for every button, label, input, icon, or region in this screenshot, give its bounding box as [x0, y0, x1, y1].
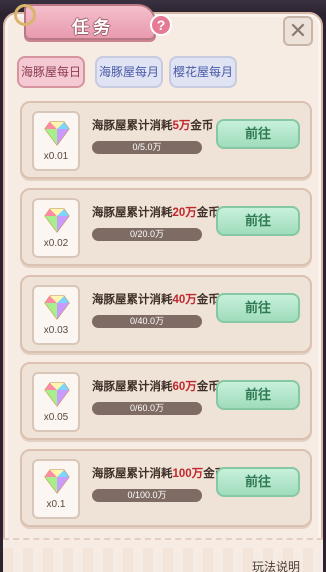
- task-description: 海豚屋累计消耗20万金币: [92, 207, 220, 219]
- go-button[interactable]: 前往: [216, 293, 300, 323]
- task-description: 海豚屋累计消耗40万金币: [92, 294, 220, 306]
- task-amount: 5万: [172, 120, 191, 132]
- reward-box: x0.02: [32, 198, 80, 258]
- progress-bar: 0/100.0万: [92, 489, 202, 502]
- rainbow-gem-icon: [44, 295, 70, 320]
- progress-text: 0/100.0万: [127, 490, 167, 500]
- tab-sakura-monthly[interactable]: 樱花屋每月: [169, 56, 237, 88]
- reward-amount: x0.01: [43, 151, 69, 162]
- progress-text: 0/5.0万: [132, 142, 162, 152]
- rainbow-gem-icon: [44, 469, 70, 494]
- page-title: 任务: [72, 18, 114, 37]
- tab-bar: 海豚屋每日 海豚屋每月 樱花屋每月: [17, 56, 317, 90]
- question-icon: ?: [156, 17, 166, 33]
- task-description: 海豚屋累计消耗100万金币: [92, 468, 227, 480]
- rules-link[interactable]: 玩法说明: [252, 558, 300, 572]
- task-amount: 40万: [172, 294, 197, 306]
- tab-dolphin-daily[interactable]: 海豚屋每日: [17, 56, 85, 88]
- task-amount: 100万: [172, 468, 204, 480]
- ring-decoration-icon: [14, 4, 36, 26]
- close-button[interactable]: ✕: [283, 16, 313, 46]
- go-button[interactable]: 前往: [216, 119, 300, 149]
- rainbow-gem-icon: [44, 382, 70, 407]
- go-button[interactable]: 前往: [216, 380, 300, 410]
- go-button[interactable]: 前往: [216, 467, 300, 497]
- rainbow-gem-icon: [44, 121, 70, 146]
- reward-box: x0.01: [32, 111, 80, 171]
- reward-box: x0.05: [32, 372, 80, 432]
- reward-amount: x0.02: [43, 238, 69, 249]
- reward-amount: x0.05: [43, 412, 69, 423]
- reward-amount: x0.03: [43, 325, 69, 336]
- task-card: x0.01 海豚屋累计消耗5万金币 0/5.0万 前往: [20, 101, 312, 179]
- task-card: x0.05 海豚屋累计消耗60万金币 0/60.0万 前往: [20, 362, 312, 440]
- task-card: x0.03 海豚屋累计消耗40万金币 0/40.0万 前往: [20, 275, 312, 353]
- progress-bar: 0/5.0万: [92, 141, 202, 154]
- title-tab: 任务 ?: [14, 4, 172, 40]
- task-description: 海豚屋累计消耗60万金币: [92, 381, 220, 393]
- tab-dolphin-monthly[interactable]: 海豚屋每月: [95, 56, 163, 88]
- close-icon: ✕: [288, 18, 308, 43]
- progress-bar: 0/20.0万: [92, 228, 202, 241]
- task-card: x0.02 海豚屋累计消耗20万金币 0/20.0万 前往: [20, 188, 312, 266]
- reward-box: x0.03: [32, 285, 80, 345]
- help-button[interactable]: ?: [150, 14, 172, 36]
- reward-amount: x0.1: [46, 499, 66, 510]
- progress-bar: 0/40.0万: [92, 315, 202, 328]
- progress-bar: 0/60.0万: [92, 402, 202, 415]
- task-amount: 20万: [172, 207, 197, 219]
- progress-text: 0/40.0万: [129, 316, 165, 326]
- task-description: 海豚屋累计消耗5万金币: [92, 120, 214, 132]
- task-amount: 60万: [172, 381, 197, 393]
- progress-text: 0/60.0万: [129, 403, 165, 413]
- task-card: x0.1 海豚屋累计消耗100万金币 0/100.0万 前往: [20, 449, 312, 527]
- go-button[interactable]: 前往: [216, 206, 300, 236]
- progress-text: 0/20.0万: [129, 229, 165, 239]
- rainbow-gem-icon: [44, 208, 70, 233]
- reward-box: x0.1: [32, 459, 80, 519]
